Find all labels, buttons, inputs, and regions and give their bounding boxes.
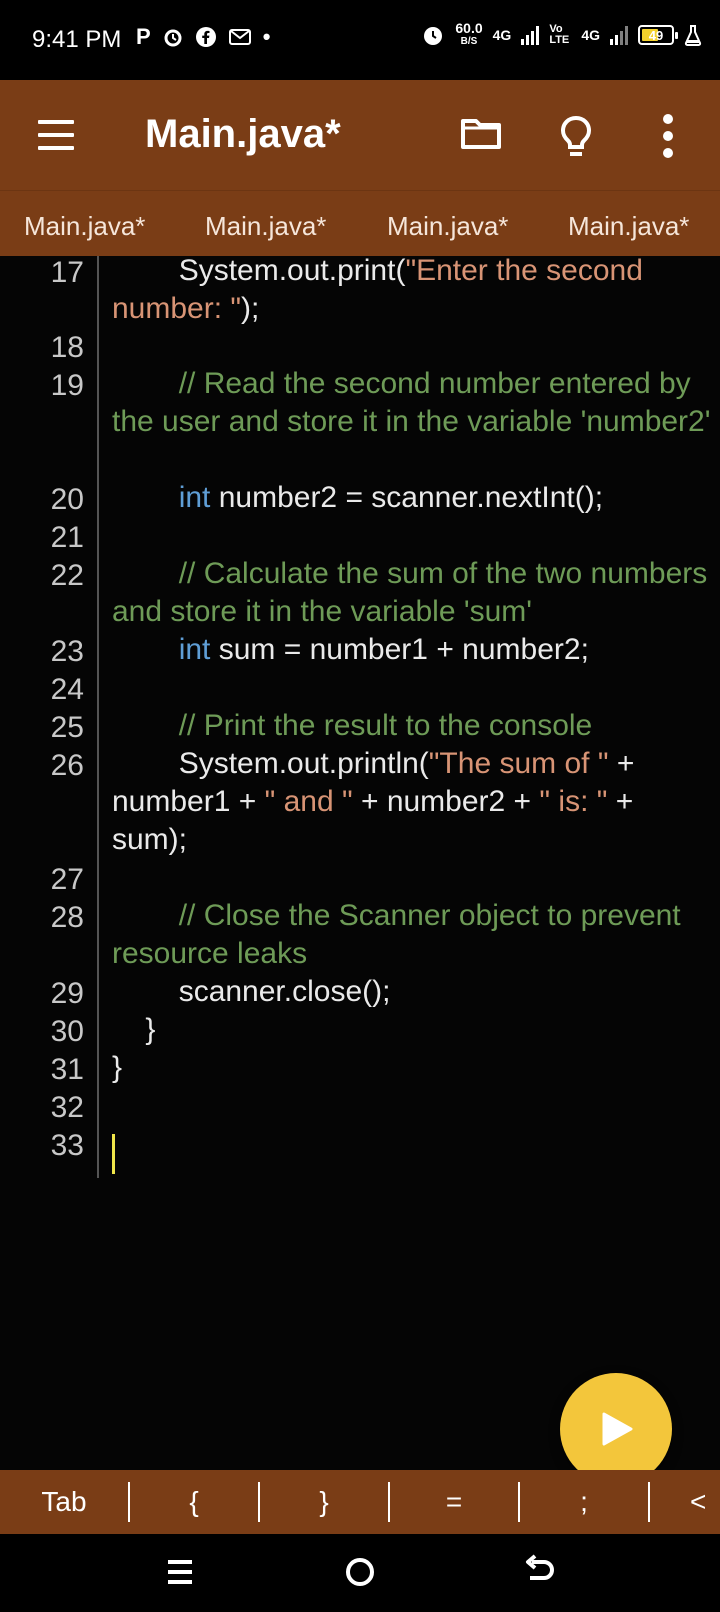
file-tabs: Main.java* Main.java* Main.java* Main.ja… bbox=[0, 190, 720, 257]
tab-file-3[interactable]: Main.java* bbox=[387, 211, 508, 242]
key-separator bbox=[648, 1482, 650, 1522]
key-separator bbox=[128, 1482, 130, 1522]
code-line-19: // Read the second number entered by the… bbox=[112, 367, 711, 438]
play-icon bbox=[602, 1412, 633, 1446]
notification-icons: P • bbox=[136, 24, 270, 50]
system-icons: 60.0 B/S 4G Vo LTE 4G 49 bbox=[421, 20, 702, 48]
line-number: 27 bbox=[50, 863, 84, 896]
tab-file-2[interactable]: Main.java* bbox=[205, 211, 326, 242]
volte-label: Vo LTE bbox=[549, 23, 570, 46]
line-number: 29 bbox=[50, 977, 84, 1010]
code-line-20: int number2 = scanner.nextInt(); bbox=[178, 481, 604, 514]
back-icon bbox=[526, 1554, 554, 1580]
line-number: 31 bbox=[50, 1053, 84, 1086]
line-number: 23 bbox=[50, 635, 84, 668]
lightbulb-icon bbox=[560, 115, 592, 156]
code-line-29: scanner.close(); bbox=[112, 975, 391, 1008]
facebook-icon bbox=[195, 27, 216, 47]
gutter-divider bbox=[97, 256, 99, 1178]
symbol-key-bar: Tab { } = ; < bbox=[0, 1470, 720, 1534]
key-equals[interactable]: = bbox=[412, 1470, 496, 1534]
key-less-than[interactable]: < bbox=[690, 1470, 720, 1534]
code-line-25: // Print the result to the console bbox=[112, 709, 593, 742]
folder-button[interactable] bbox=[460, 116, 502, 150]
text-cursor bbox=[112, 1134, 115, 1174]
line-number: 22 bbox=[50, 559, 84, 592]
code-line-31: } bbox=[112, 1051, 123, 1084]
signal-bars-icon bbox=[521, 25, 540, 45]
line-number: 26 bbox=[50, 749, 84, 782]
run-button[interactable] bbox=[560, 1373, 672, 1485]
line-number: 33 bbox=[50, 1129, 84, 1162]
app-bar: Main.java* bbox=[0, 80, 720, 190]
more-notifications-dot: • bbox=[262, 24, 271, 49]
menu-button[interactable] bbox=[38, 120, 74, 150]
key-tab[interactable]: Tab bbox=[22, 1470, 106, 1534]
key-separator bbox=[258, 1482, 260, 1522]
code-line-30: } bbox=[112, 1013, 156, 1046]
back-button[interactable] bbox=[524, 1552, 556, 1592]
line-number: 19 bbox=[50, 369, 84, 402]
alarm-clock-icon bbox=[424, 27, 443, 45]
code-line-28: // Close the Scanner object to prevent r… bbox=[112, 899, 689, 970]
line-number: 21 bbox=[50, 521, 84, 554]
network-type-1: 4G bbox=[492, 27, 512, 43]
network-speed: 60.0 B/S bbox=[455, 20, 483, 47]
line-number: 30 bbox=[50, 1015, 84, 1048]
line-number: 28 bbox=[50, 901, 84, 934]
key-separator bbox=[388, 1482, 390, 1522]
suggestions-button[interactable] bbox=[556, 114, 596, 160]
line-number: 32 bbox=[50, 1091, 84, 1124]
page-title: Main.java* bbox=[145, 112, 341, 156]
battery-icon: 49 bbox=[638, 25, 678, 45]
more-options-button[interactable] bbox=[660, 114, 676, 158]
network-type-2: 4G bbox=[581, 27, 600, 43]
line-number: 25 bbox=[50, 711, 84, 744]
more-vert-icon bbox=[663, 114, 673, 158]
code-editor[interactable]: 17 18 19 20 21 22 23 24 25 26 27 28 29 3… bbox=[0, 254, 720, 1470]
line-number: 18 bbox=[50, 331, 84, 364]
key-close-brace[interactable]: } bbox=[282, 1470, 366, 1534]
line-number: 20 bbox=[50, 483, 84, 516]
key-semicolon[interactable]: ; bbox=[542, 1470, 626, 1534]
signal-bars-2-icon bbox=[610, 25, 628, 45]
tab-file-4[interactable]: Main.java* bbox=[568, 211, 689, 242]
line-number: 17 bbox=[50, 256, 84, 289]
status-time: 9:41 PM bbox=[32, 26, 122, 53]
flask-icon bbox=[684, 25, 702, 46]
code-line-26: System.out.println("The sum of " + numbe… bbox=[112, 747, 643, 856]
code-line-23: int sum = number1 + number2; bbox=[178, 633, 589, 666]
alarm-icon bbox=[164, 29, 182, 47]
system-navigation-bar bbox=[0, 1534, 720, 1612]
recent-apps-button[interactable] bbox=[166, 1552, 194, 1592]
gmail-icon bbox=[228, 29, 251, 45]
status-bar: 9:41 PM P • 60.0 B/S 4G Vo LTE 4G 49 bbox=[0, 0, 720, 80]
home-button[interactable] bbox=[344, 1552, 376, 1592]
folder-icon bbox=[461, 119, 501, 149]
key-open-brace[interactable]: { bbox=[152, 1470, 236, 1534]
code-line-22: // Calculate the sum of the two numbers … bbox=[112, 557, 716, 628]
line-number: 24 bbox=[50, 673, 84, 706]
home-circle-icon bbox=[346, 1558, 374, 1586]
p-notification-icon: P bbox=[136, 24, 151, 49]
code-line-17: System.out.print("Enter the second numbe… bbox=[112, 254, 652, 325]
tab-file-1[interactable]: Main.java* bbox=[24, 211, 145, 242]
recents-icon bbox=[168, 1560, 192, 1584]
key-separator bbox=[518, 1482, 520, 1522]
